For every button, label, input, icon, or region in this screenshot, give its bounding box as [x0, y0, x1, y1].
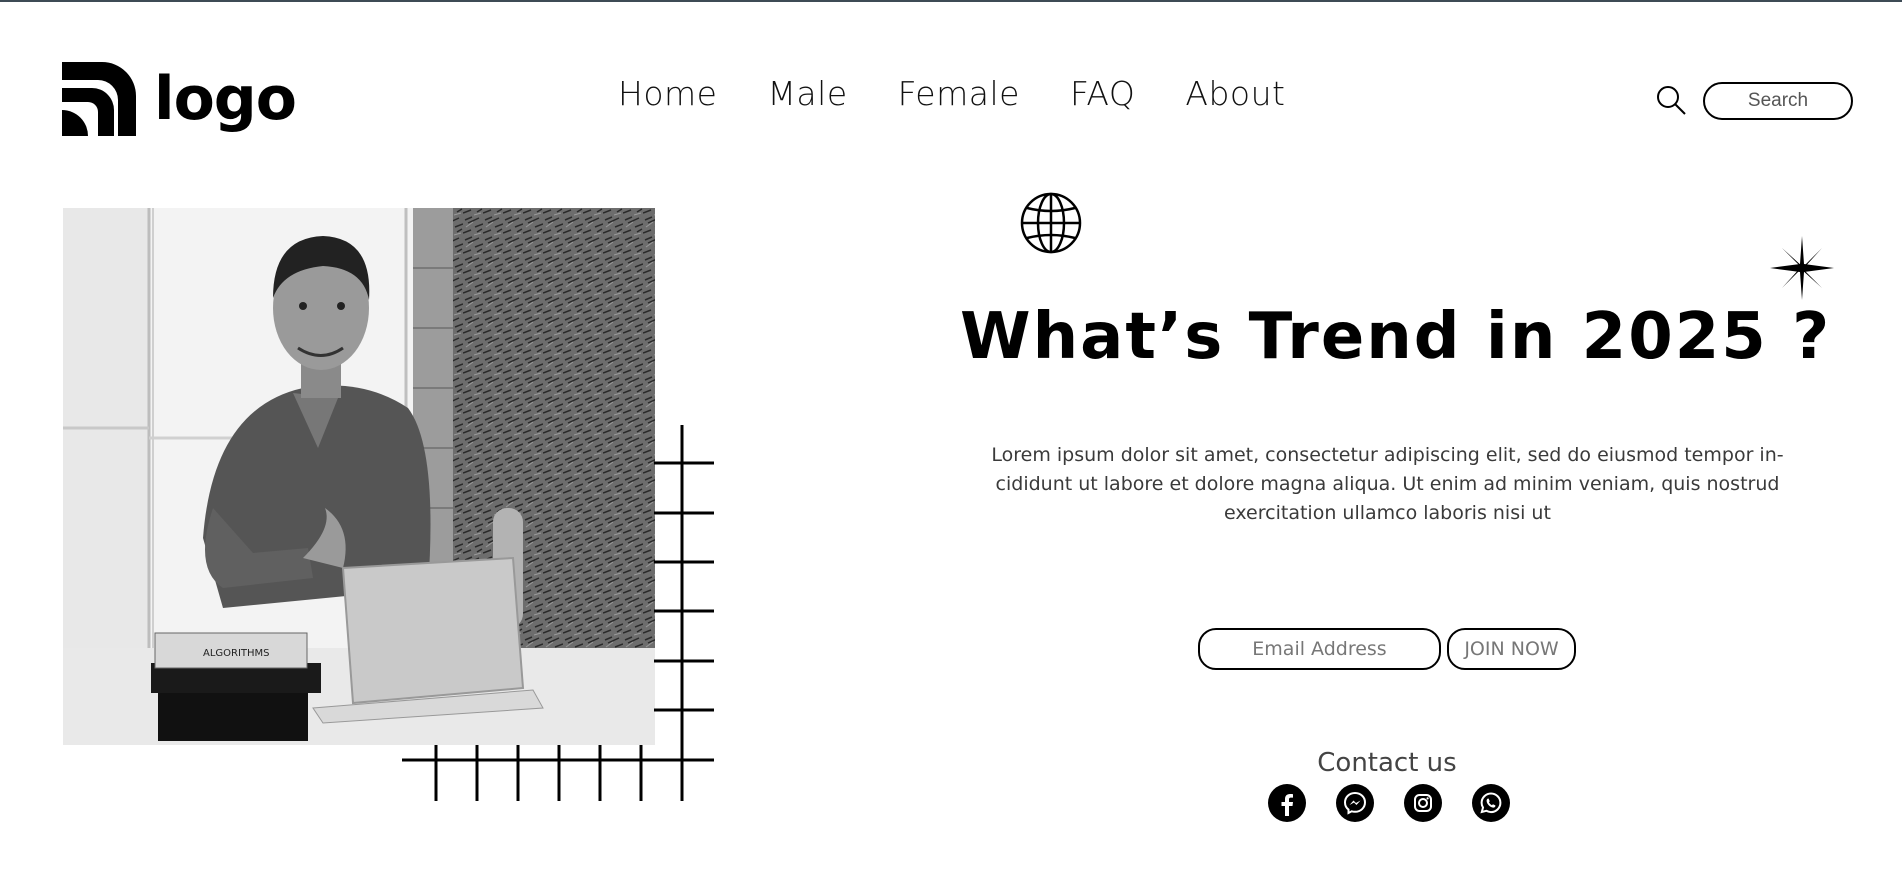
whatsapp-icon[interactable] — [1472, 784, 1510, 822]
top-border — [0, 0, 1902, 2]
sparkle-icon — [1770, 236, 1834, 300]
logo-icon — [62, 62, 136, 136]
logo[interactable]: logo — [62, 62, 297, 136]
email-input[interactable]: Email Address — [1198, 628, 1441, 670]
contact-us-label: Contact us — [1317, 748, 1457, 778]
nav-female[interactable]: Female — [898, 74, 1020, 113]
instagram-icon[interactable] — [1404, 784, 1442, 822]
nav-male[interactable]: Male — [767, 74, 847, 113]
book-title: ALGORITHMS — [203, 648, 270, 659]
nav-faq[interactable]: FAQ — [1070, 74, 1135, 113]
main-nav: Home Male Female FAQ About — [618, 74, 1285, 113]
join-now-button[interactable]: JOIN NOW — [1447, 628, 1576, 670]
globe-icon — [1020, 192, 1082, 254]
messenger-icon[interactable] — [1336, 784, 1374, 822]
hero-body-text: Lorem ipsum dolor sit amet, consectetur … — [991, 444, 1784, 524]
logo-text: logo — [154, 64, 297, 134]
facebook-icon[interactable] — [1268, 784, 1306, 822]
hero-headline: What’s Trend in 2025 ? — [960, 300, 1832, 374]
nav-about[interactable]: About — [1185, 74, 1285, 113]
nav-home[interactable]: Home — [618, 74, 717, 113]
grid-decoration — [402, 425, 714, 801]
social-links — [1268, 784, 1510, 822]
search-input[interactable]: Search — [1703, 82, 1853, 120]
search-icon[interactable] — [1655, 84, 1687, 116]
